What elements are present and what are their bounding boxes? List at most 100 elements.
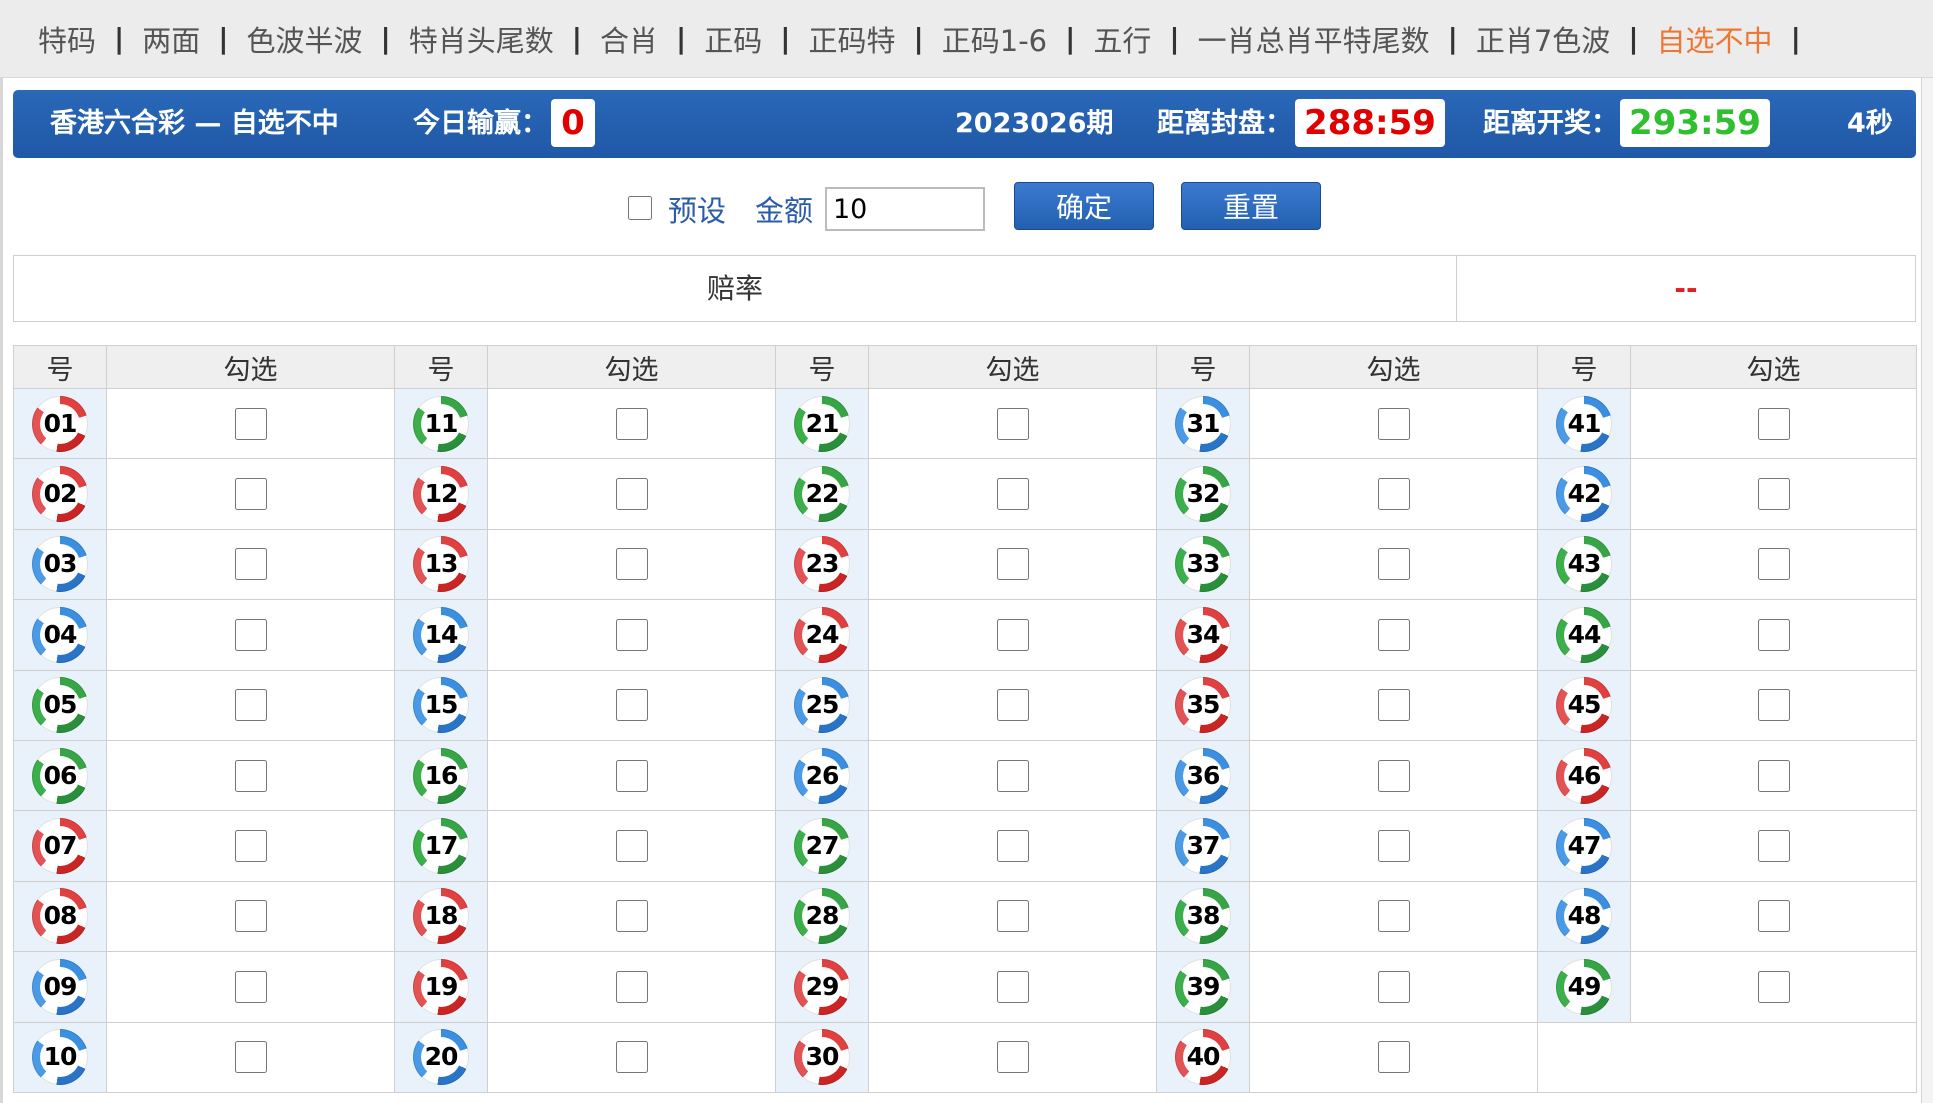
select-checkbox-17[interactable]	[615, 830, 648, 863]
tab-11[interactable]: 正肖7色波	[1462, 18, 1624, 60]
number-ball-35: 35	[1175, 677, 1231, 734]
select-checkbox-07[interactable]	[234, 830, 267, 863]
left-frame-border	[0, 78, 3, 1103]
select-checkbox-08[interactable]	[234, 900, 267, 933]
number-ball-22: 22	[794, 466, 850, 523]
select-checkbox-25[interactable]	[996, 689, 1029, 722]
number-cell: 41	[1537, 387, 1631, 460]
select-checkbox-42[interactable]	[1757, 478, 1790, 511]
select-checkbox-48[interactable]	[1757, 900, 1790, 933]
select-checkbox-13[interactable]	[615, 548, 648, 581]
select-checkbox-09[interactable]	[234, 970, 267, 1003]
select-checkbox-24[interactable]	[996, 618, 1029, 651]
select-checkbox-27[interactable]	[996, 830, 1029, 863]
select-checkbox-02[interactable]	[234, 478, 267, 511]
select-cell	[868, 387, 1157, 460]
number-cell: 15	[394, 669, 488, 741]
number-ball-16: 16	[413, 747, 469, 804]
number-ball-09: 09	[32, 958, 88, 1015]
select-checkbox-34[interactable]	[1377, 618, 1410, 651]
select-checkbox-38[interactable]	[1377, 900, 1410, 933]
preset-label[interactable]: 预设	[668, 188, 726, 230]
select-checkbox-30[interactable]	[996, 1041, 1029, 1074]
ball-number-text: 24	[802, 614, 842, 655]
select-checkbox-43[interactable]	[1757, 548, 1790, 581]
select-checkbox-01[interactable]	[234, 407, 267, 440]
select-checkbox-14[interactable]	[615, 618, 648, 651]
tab-7[interactable]: 正码特	[795, 18, 910, 60]
tab-separator: |	[676, 22, 687, 55]
refresh-timer[interactable]: 4秒	[1847, 90, 1893, 158]
amount-input[interactable]	[825, 187, 985, 231]
select-cell	[868, 810, 1157, 882]
select-checkbox-45[interactable]	[1757, 689, 1790, 722]
select-checkbox-22[interactable]	[996, 478, 1029, 511]
number-cell: 29	[775, 951, 869, 1023]
select-checkbox-03[interactable]	[234, 548, 267, 581]
select-cell	[1630, 599, 1917, 671]
number-ball-10: 10	[32, 1029, 88, 1086]
select-checkbox-41[interactable]	[1757, 407, 1790, 440]
select-cell	[1249, 669, 1538, 741]
select-checkbox-18[interactable]	[615, 900, 648, 933]
select-checkbox-31[interactable]	[1377, 407, 1410, 440]
right-scroll-strip[interactable]	[1921, 78, 1933, 1103]
tab-5[interactable]: 合肖	[586, 18, 672, 60]
tab-6[interactable]: 正码	[690, 18, 776, 60]
select-checkbox-47[interactable]	[1757, 830, 1790, 863]
tab-10[interactable]: 一肖总肖平特尾数	[1184, 18, 1444, 60]
ball-number-text: 35	[1183, 685, 1223, 726]
select-checkbox-06[interactable]	[234, 759, 267, 792]
tab-9[interactable]: 五行	[1079, 18, 1165, 60]
select-cell	[106, 1021, 395, 1094]
number-ball-34: 34	[1175, 606, 1231, 663]
ball-number-text: 26	[802, 755, 842, 796]
tab-3[interactable]: 色波半波	[233, 18, 377, 60]
select-checkbox-44[interactable]	[1757, 618, 1790, 651]
select-checkbox-12[interactable]	[615, 478, 648, 511]
select-checkbox-35[interactable]	[1377, 689, 1410, 722]
select-checkbox-26[interactable]	[996, 759, 1029, 792]
number-cell: 44	[1537, 599, 1631, 671]
select-checkbox-04[interactable]	[234, 618, 267, 651]
number-cell: 46	[1537, 739, 1631, 812]
select-checkbox-05[interactable]	[234, 689, 267, 722]
select-checkbox-49[interactable]	[1757, 970, 1790, 1003]
select-checkbox-40[interactable]	[1377, 1041, 1410, 1074]
select-checkbox-21[interactable]	[996, 407, 1029, 440]
number-cell: 17	[394, 810, 488, 882]
ball-number-text: 29	[802, 966, 842, 1007]
select-checkbox-36[interactable]	[1377, 759, 1410, 792]
select-checkbox-11[interactable]	[615, 407, 648, 440]
select-checkbox-28[interactable]	[996, 900, 1029, 933]
select-checkbox-32[interactable]	[1377, 478, 1410, 511]
select-checkbox-23[interactable]	[996, 548, 1029, 581]
select-checkbox-37[interactable]	[1377, 830, 1410, 863]
tab-separator: |	[1447, 22, 1458, 55]
select-checkbox-10[interactable]	[234, 1041, 267, 1074]
ball-number-text: 12	[421, 474, 461, 515]
select-checkbox-15[interactable]	[615, 689, 648, 722]
tab-12[interactable]: 自选不中	[1643, 18, 1787, 60]
ball-number-text: 02	[40, 474, 80, 515]
tab-2[interactable]: 两面	[128, 18, 214, 60]
select-checkbox-39[interactable]	[1377, 970, 1410, 1003]
select-checkbox-20[interactable]	[615, 1041, 648, 1074]
tab-1[interactable]: 特码	[24, 18, 110, 60]
select-checkbox-16[interactable]	[615, 759, 648, 792]
select-cell	[868, 739, 1157, 812]
tab-8[interactable]: 正码1-6	[928, 18, 1061, 60]
number-cell: 12	[394, 458, 488, 530]
preset-checkbox[interactable]	[628, 196, 652, 220]
select-checkbox-46[interactable]	[1757, 759, 1790, 792]
select-checkbox-19[interactable]	[615, 970, 648, 1003]
select-checkbox-29[interactable]	[996, 970, 1029, 1003]
select-cell	[487, 458, 776, 530]
select-checkbox-33[interactable]	[1377, 548, 1410, 581]
number-cell: 22	[775, 458, 869, 530]
reset-button[interactable]: 重置	[1181, 182, 1321, 230]
close-countdown-label: 距离封盘：	[1157, 108, 1292, 139]
tab-4[interactable]: 特肖头尾数	[395, 18, 568, 60]
confirm-button[interactable]: 确定	[1014, 182, 1154, 230]
number-cell: 48	[1537, 880, 1631, 953]
